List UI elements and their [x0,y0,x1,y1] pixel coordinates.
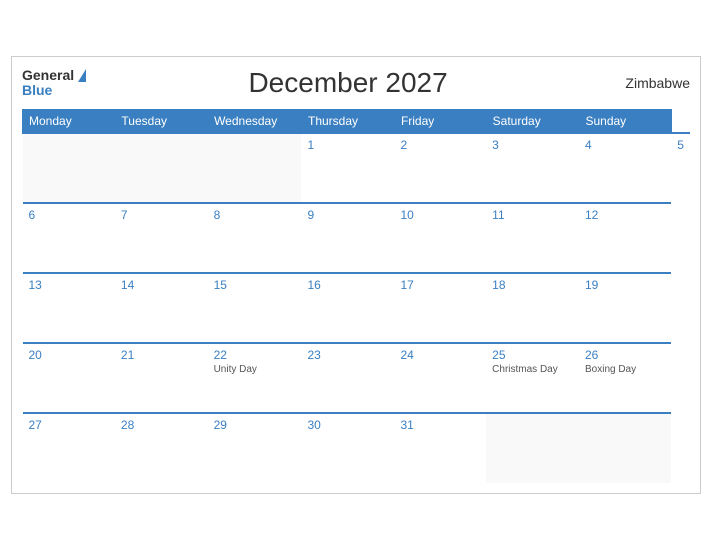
header-thursday: Thursday [301,110,394,134]
day-number: 10 [400,208,480,222]
table-row: 27 [23,413,115,483]
table-row: 14 [115,273,208,343]
logo-general-text: General [22,68,74,83]
table-row: 9 [301,203,394,273]
header-wednesday: Wednesday [208,110,302,134]
table-row [115,133,208,203]
table-row: 13 [23,273,115,343]
calendar-week-row: 13 14 15 16 17 18 19 [23,273,691,343]
table-row: 8 [208,203,302,273]
table-row: 4 [579,133,671,203]
table-row [579,413,671,483]
holiday-label: Boxing Day [585,364,665,375]
header-friday: Friday [394,110,486,134]
day-number: 12 [585,208,665,222]
weekday-header-row: Monday Tuesday Wednesday Thursday Friday… [23,110,691,134]
calendar-country: Zimbabwe [610,75,690,91]
day-number: 24 [400,348,480,362]
table-row [486,413,579,483]
calendar: General Blue December 2027 Zimbabwe Mond… [11,56,701,494]
day-number: 4 [585,138,665,152]
table-row [208,133,302,203]
holiday-label: Unity Day [214,364,296,375]
day-number: 11 [492,208,573,222]
table-row: 26 Boxing Day [579,343,671,413]
day-number: 22 [214,348,296,362]
table-row: 12 [579,203,671,273]
header-saturday: Saturday [486,110,579,134]
table-row: 16 [301,273,394,343]
table-row: 11 [486,203,579,273]
day-number: 9 [307,208,388,222]
table-row: 10 [394,203,486,273]
holiday-label: Christmas Day [492,364,573,375]
table-row: 7 [115,203,208,273]
table-row: 17 [394,273,486,343]
calendar-week-row: 20 21 22 Unity Day 23 24 25 Christmas Day 26 Boxi… [23,343,691,413]
calendar-week-row: 27 28 29 30 31 [23,413,691,483]
day-number: 31 [400,418,480,432]
day-number: 19 [585,278,665,292]
day-number: 6 [29,208,109,222]
day-number: 14 [121,278,202,292]
calendar-title: December 2027 [86,67,610,99]
table-row: 28 [115,413,208,483]
day-number: 15 [214,278,296,292]
day-number: 16 [307,278,388,292]
table-row: 5 [671,133,690,203]
header-tuesday: Tuesday [115,110,208,134]
logo-blue-text: Blue [22,83,86,98]
day-number: 28 [121,418,202,432]
table-row: 3 [486,133,579,203]
table-row: 24 [394,343,486,413]
table-row: 23 [301,343,394,413]
day-number: 20 [29,348,109,362]
day-number: 13 [29,278,109,292]
table-row: 31 [394,413,486,483]
logo-triangle-icon [78,69,86,82]
table-row: 18 [486,273,579,343]
day-number: 21 [121,348,202,362]
day-number: 29 [214,418,296,432]
day-number: 23 [307,348,388,362]
table-row: 19 [579,273,671,343]
day-number: 5 [677,138,684,152]
day-number: 25 [492,348,573,362]
calendar-week-row: 12345 [23,133,691,203]
table-row: 1 [301,133,394,203]
table-row: 30 [301,413,394,483]
day-number: 3 [492,138,573,152]
table-row: 20 [23,343,115,413]
table-row: 2 [394,133,486,203]
table-row: 29 [208,413,302,483]
header-sunday: Sunday [579,110,671,134]
calendar-header: General Blue December 2027 Zimbabwe [22,67,690,99]
table-row: 22 Unity Day [208,343,302,413]
day-number: 26 [585,348,665,362]
calendar-week-row: 6789 10 11 12 [23,203,691,273]
day-number: 8 [214,208,296,222]
day-number: 1 [307,138,388,152]
day-number: 2 [400,138,480,152]
day-number: 17 [400,278,480,292]
table-row: 15 [208,273,302,343]
day-number: 7 [121,208,202,222]
calendar-grid: Monday Tuesday Wednesday Thursday Friday… [22,109,690,483]
table-row [23,133,115,203]
table-row: 21 [115,343,208,413]
logo: General Blue [22,68,86,99]
header-monday: Monday [23,110,115,134]
day-number: 18 [492,278,573,292]
table-row: 25 Christmas Day [486,343,579,413]
day-number: 30 [307,418,388,432]
table-row: 6 [23,203,115,273]
day-number: 27 [29,418,109,432]
